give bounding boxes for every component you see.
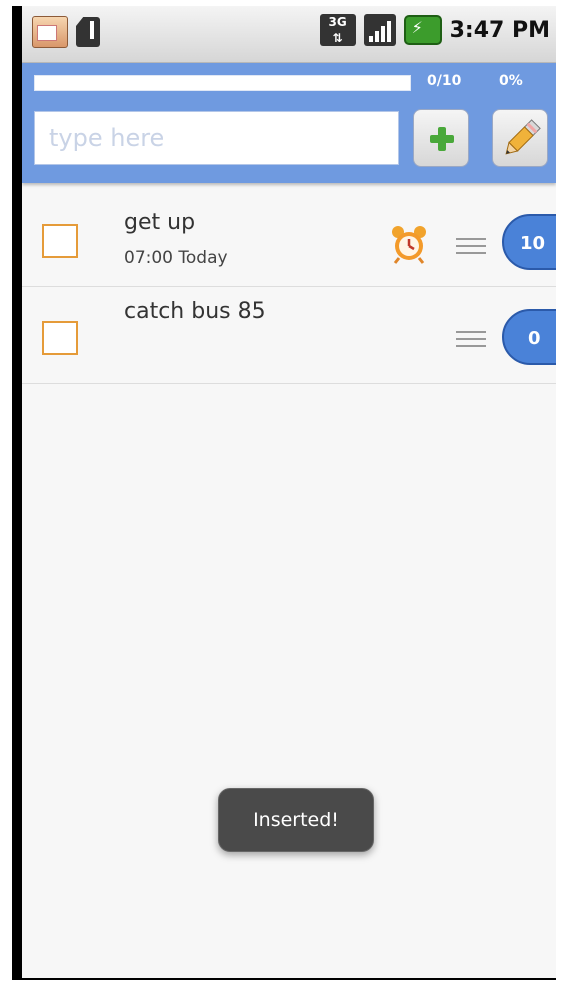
task-header: 0/10 0% <box>22 63 556 183</box>
toast-message: Inserted! <box>218 788 374 852</box>
progress-bar <box>34 75 411 91</box>
progress-count: 0/10 <box>427 73 462 89</box>
signal-icon <box>363 14 396 46</box>
task-title: catch bus 85 <box>124 299 266 324</box>
task-list: get up 07:00 Today 10 catch bus 85 0 <box>22 188 556 384</box>
app-screen: 3G⇅ 3:47 PM 0/10 0% <box>22 6 556 978</box>
task-input[interactable] <box>34 111 399 165</box>
alarm-clock-icon <box>392 226 426 264</box>
task-row[interactable]: get up 07:00 Today 10 <box>22 188 556 287</box>
priority-badge[interactable]: 10 <box>502 214 556 270</box>
drag-handle-icon[interactable] <box>456 238 486 259</box>
notification-icons <box>32 16 100 48</box>
pencil-icon <box>505 119 541 155</box>
task-title: get up <box>124 210 196 235</box>
progress-percent: 0% <box>499 73 523 89</box>
task-checkbox[interactable] <box>42 321 78 355</box>
plus-icon <box>430 127 454 151</box>
status-bar: 3G⇅ 3:47 PM <box>22 6 556 63</box>
calendar-icon <box>32 16 68 48</box>
network-type-label: 3G <box>328 15 347 29</box>
drag-handle-icon[interactable] <box>456 331 486 352</box>
task-checkbox[interactable] <box>42 224 78 258</box>
system-indicators: 3G⇅ 3:47 PM <box>319 14 550 46</box>
battery-charging-icon <box>403 15 442 45</box>
sd-card-alert-icon <box>76 17 100 47</box>
add-task-button[interactable] <box>413 109 469 167</box>
task-row[interactable]: catch bus 85 0 <box>22 287 556 384</box>
task-reminder-time: 07:00 Today <box>124 248 228 268</box>
device-frame: 3G⇅ 3:47 PM 0/10 0% <box>12 6 556 980</box>
edit-button[interactable] <box>492 109 548 167</box>
priority-badge[interactable]: 0 <box>502 309 556 365</box>
status-time: 3:47 PM <box>449 17 550 43</box>
3g-icon: 3G ⇅ <box>319 14 356 46</box>
